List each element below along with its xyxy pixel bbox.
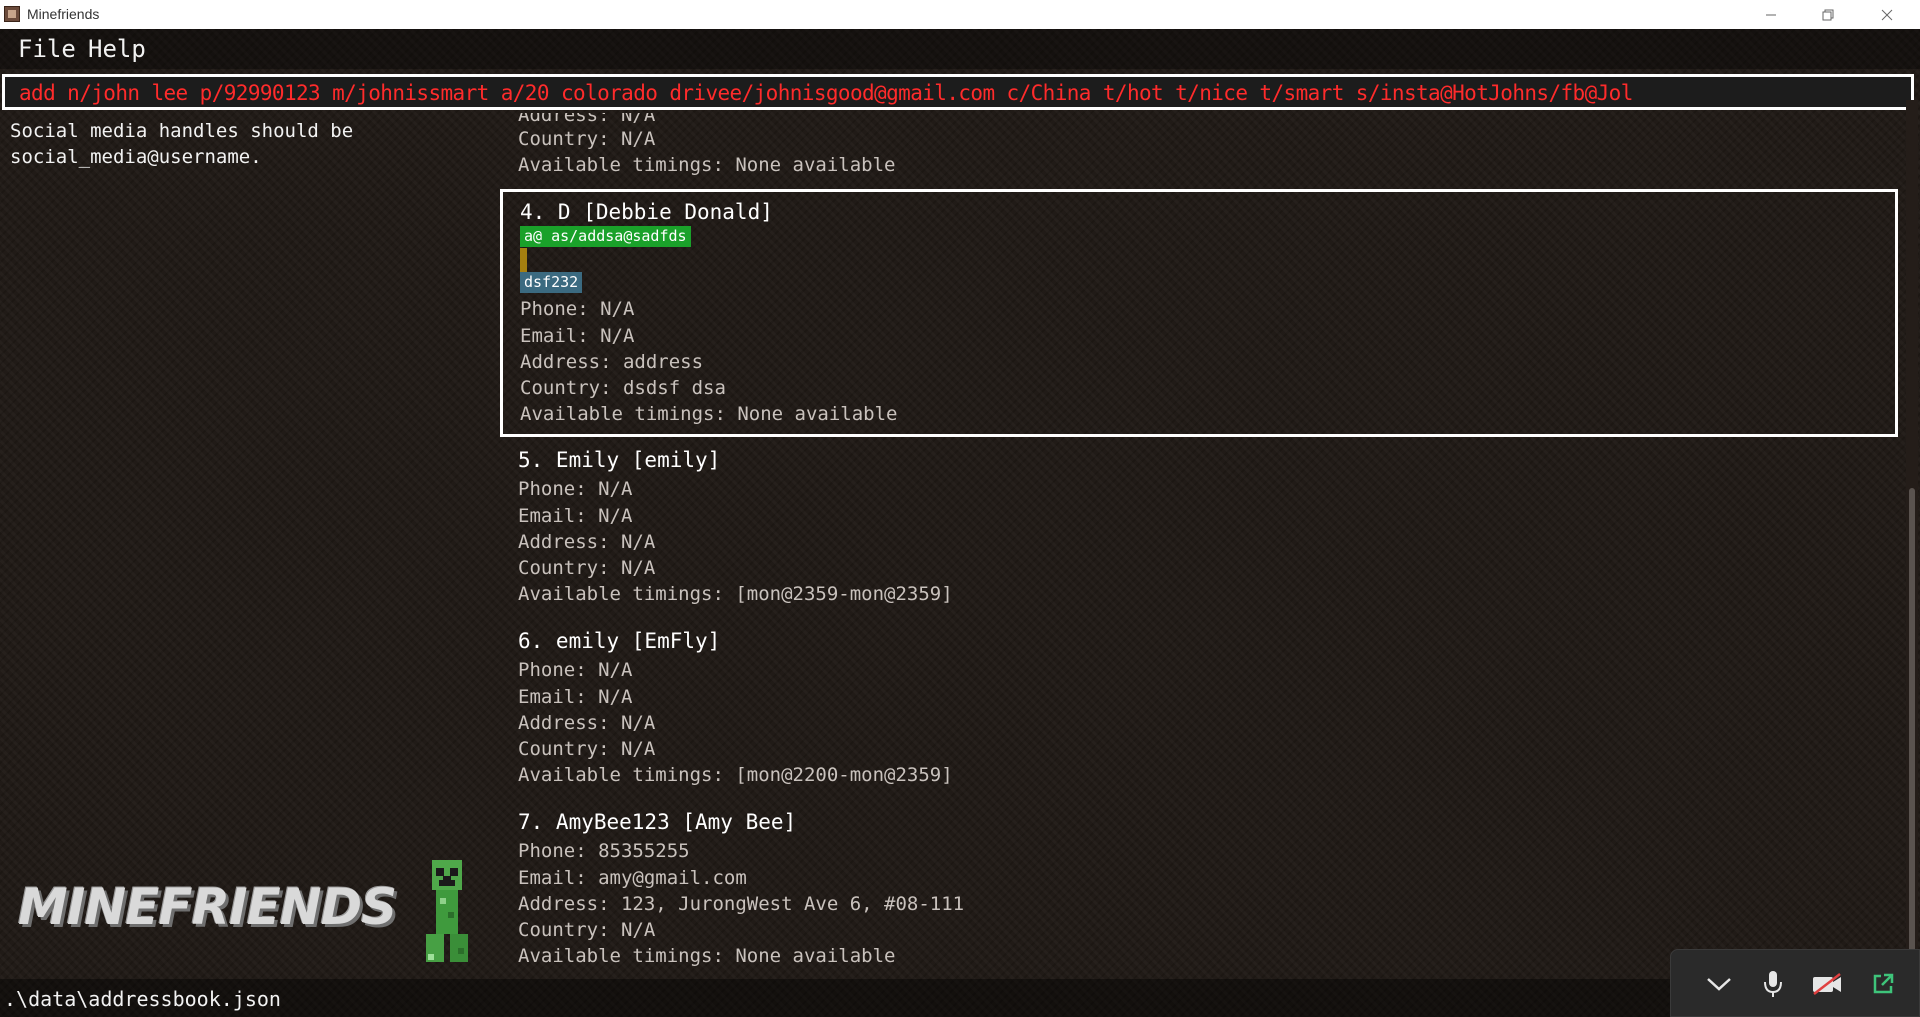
person-card-5[interactable]: 5. Emily [emily] Phone: N/A Email: N/A A… [500,440,1898,618]
country-field: Country: N/A [518,919,656,941]
camera-toggle-button[interactable] [1809,966,1845,1002]
person-card-4[interactable]: 4. D [Debbie Donald] a@ as/addsa@sadfds … [500,189,1898,437]
tag-strip [520,248,527,272]
app-icon [4,6,20,22]
person-list-scrollbar[interactable] [1906,100,1918,972]
menu-file[interactable]: File [18,35,76,63]
address-field: Address: N/A [518,712,656,734]
window-title: Minefriends [27,6,100,22]
collapse-button[interactable] [1701,966,1737,1002]
country-field: Country: dsdsf dsa [520,377,726,399]
social-media-tag: a@ as/addsa@sadfds [520,226,691,247]
person-card-7[interactable]: 7. AmyBee123 [Amy Bee] Phone: 85355255 E… [500,802,1898,972]
close-icon [1881,9,1893,20]
timings-field: Available timings: None available [520,403,898,425]
tag: dsf232 [520,272,583,293]
title-bar: Minefriends [0,0,1920,29]
person-name: 5. Emily [emily] [518,448,721,472]
minefriends-logo: MINEFRIENDS [18,878,397,936]
phone-field: Phone: 85355255 [518,840,690,862]
email-field: Email: amy@gmail.com [518,867,747,889]
address-field: Address: 123, JurongWest Ave 6, #08-111 [518,893,965,915]
email-field: Email: N/A [518,505,633,527]
country-field: Country: N/A [518,738,656,760]
timings-field: Available timings: None available [518,154,896,176]
result-display: Social media handles should be social_me… [10,120,354,168]
email-field: Email: N/A [518,686,633,708]
call-control-panel [1670,949,1920,1017]
menu-help[interactable]: Help [88,35,146,63]
scrollbar-thumb[interactable] [1909,488,1915,968]
timings-field: Available timings: None available [518,945,896,967]
microphone-button[interactable] [1755,966,1791,1002]
address-field: Address: N/A [518,104,656,126]
timings-field: Available timings: [mon@2359-mon@2359] [518,583,953,605]
address-field: Address: N/A [518,531,656,553]
status-bar: .\data\addressbook.json [0,979,1920,1017]
person-name: 6. emily [EmFly] [518,629,721,653]
minimize-icon [1766,14,1776,15]
chevron-down-icon [1707,978,1731,991]
microphone-icon [1764,971,1782,997]
person-name: 7. AmyBee123 [Amy Bee] [518,810,797,834]
person-name: 4. D [Debbie Donald] [520,200,773,224]
restore-icon [1822,9,1834,20]
pop-out-icon [1873,973,1894,994]
phone-field: Phone: N/A [520,298,635,320]
email-field: Email: N/A [520,325,635,347]
person-card-6[interactable]: 6. emily [EmFly] Phone: N/A Email: N/A A… [500,621,1898,799]
pop-out-button[interactable] [1865,966,1901,1002]
creeper-icon [426,860,468,962]
phone-field: Phone: N/A [518,659,633,681]
country-field: Country: N/A [518,557,656,579]
timings-field: Available timings: [mon@2200-mon@2359] [518,764,953,786]
close-button[interactable] [1864,0,1910,29]
camera-off-icon [1813,973,1841,995]
country-field: Country: N/A [518,128,656,150]
phone-field: Phone: N/A [518,478,633,500]
address-field: Address: address [520,351,704,373]
person-list[interactable]: Address: N/A Country: N/A Available timi… [497,100,1912,972]
minimize-button[interactable] [1748,0,1794,29]
restore-button[interactable] [1805,0,1851,29]
menu-bar: File Help [0,29,1920,69]
save-location: .\data\addressbook.json [4,987,281,1011]
